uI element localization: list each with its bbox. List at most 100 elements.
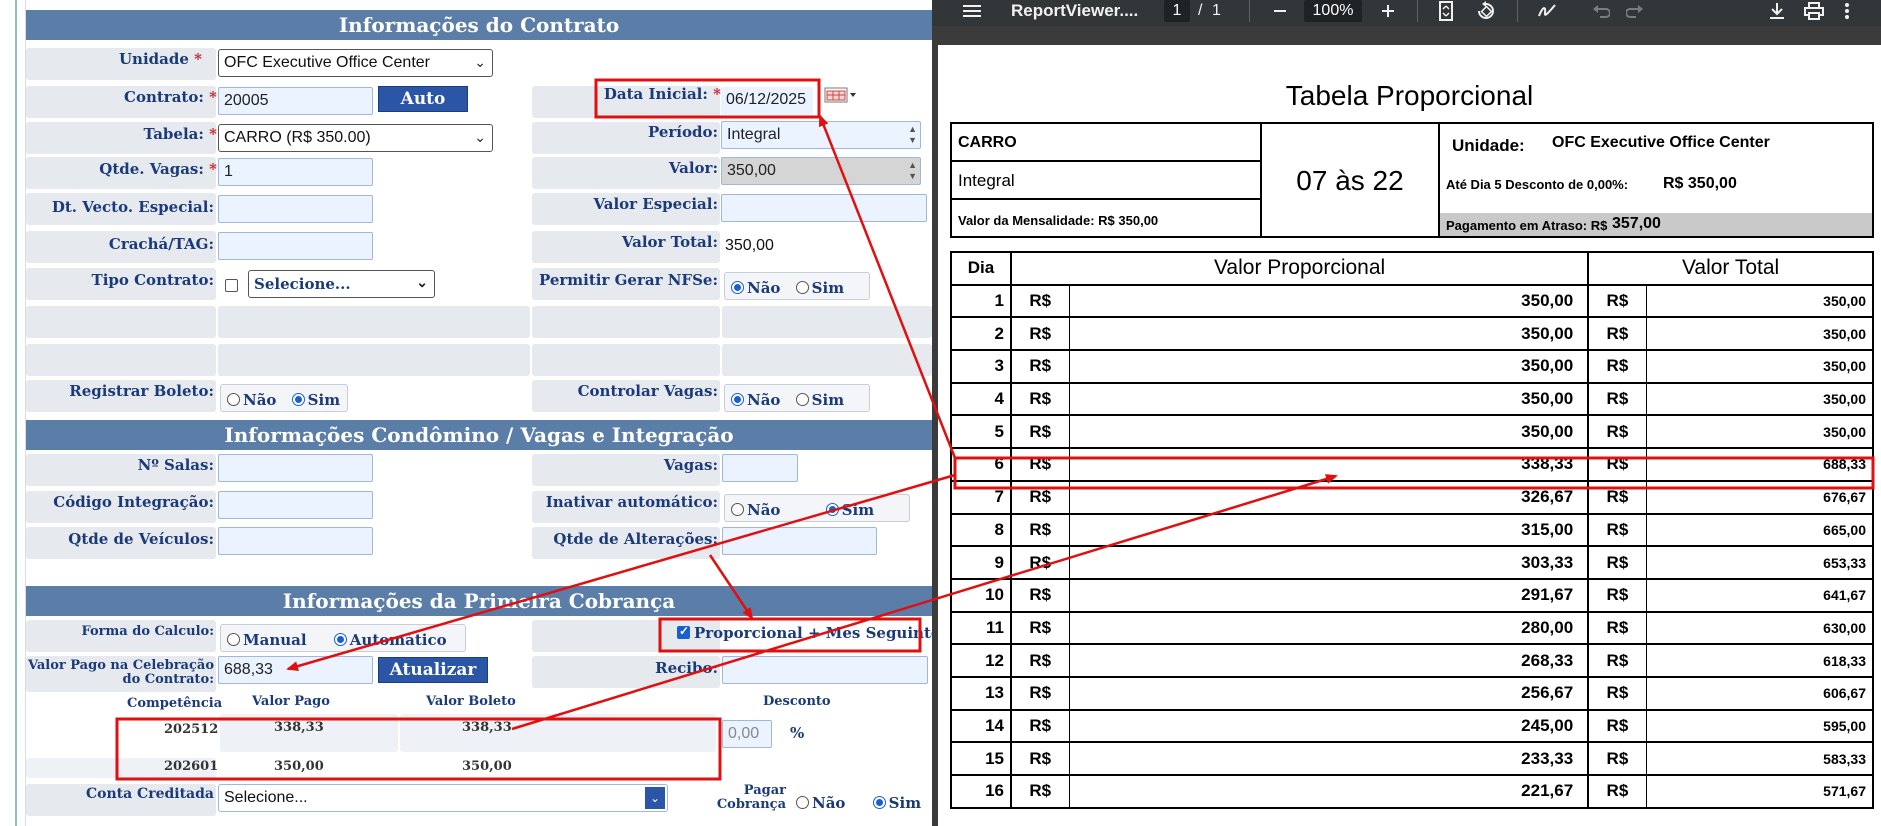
qtde-veiculos-label: Qtde de Veículos: <box>68 530 214 548</box>
header-competencia: Competência <box>127 696 223 711</box>
table-row: 16 R$ 221,67 R$ 571,67 <box>950 774 1874 809</box>
qtde-vagas-label: Qtde. Vagas: * <box>99 160 217 178</box>
data-inicial-input[interactable]: 06/12/2025 <box>721 87 813 115</box>
codigo-integracao-input[interactable] <box>218 491 373 519</box>
chevron-down-icon[interactable]: ⌄ <box>645 787 665 809</box>
option-sim[interactable]: Sim <box>291 391 340 409</box>
radio-icon[interactable] <box>227 633 240 646</box>
option-manual[interactable]: Manual <box>227 631 307 649</box>
cell-dia: 4 <box>950 381 1012 417</box>
radio-icon[interactable] <box>795 281 809 294</box>
zoom-level-input[interactable]: 100% <box>1304 0 1362 22</box>
more-icon[interactable] <box>1844 0 1850 24</box>
cell-dia: 9 <box>950 545 1012 580</box>
recibo-input[interactable] <box>722 656 928 684</box>
print-icon[interactable] <box>1804 0 1824 24</box>
qtde-vagas-input[interactable]: 1 <box>218 158 373 186</box>
cell-dia: 10 <box>950 577 1012 613</box>
cell-valor-total: 350,00 <box>1645 414 1874 450</box>
cell-valor-proporcional: 280,00 <box>1068 610 1590 646</box>
fit-page-icon[interactable] <box>1438 0 1454 24</box>
tipo-contrato-checkbox[interactable] <box>225 279 238 292</box>
zoom-in-icon[interactable] <box>1380 0 1396 24</box>
report-desconto-label: Até Dia 5 Desconto de 0,00%: <box>1446 177 1629 192</box>
valor-especial-input[interactable] <box>721 194 927 222</box>
inativar-radio-group: Não Sim <box>724 494 910 522</box>
radio-icon[interactable] <box>731 281 744 294</box>
radio-icon[interactable] <box>333 633 347 646</box>
viewer-toolbar: ReportViewer.... 1 / 1 100% <box>932 0 1881 26</box>
draw-icon[interactable] <box>1537 0 1557 24</box>
option-sim[interactable]: Sim <box>795 391 844 409</box>
pagar-cobranca-radio-group: Não Sim <box>790 788 930 816</box>
tabela-select[interactable]: CARRO (R$ 350.00) ⌄ <box>218 124 493 152</box>
vagas-input[interactable] <box>722 454 798 482</box>
row1-valor-pago: 338,33 <box>274 720 324 735</box>
radio-icon[interactable] <box>731 503 744 516</box>
report-page: Tabela Proporcional CARRO Integral Valor… <box>938 45 1881 826</box>
valor-pago-input[interactable]: 688,33 <box>218 656 373 684</box>
dt-vecto-input[interactable] <box>218 195 373 223</box>
rotate-icon[interactable] <box>1476 0 1496 24</box>
proporcional-checkbox-label[interactable]: Proporcional + Mes Seguinte <box>677 624 932 642</box>
cell-valor-total: 350,00 <box>1645 283 1874 319</box>
header-valor-boleto: Valor Boleto <box>426 694 516 709</box>
redo-icon[interactable] <box>1626 0 1644 24</box>
option-nao[interactable]: Não <box>227 391 276 409</box>
cell-currency: R$ <box>1010 283 1070 319</box>
cell-valor-proporcional: 245,00 <box>1068 708 1590 744</box>
qtde-veiculos-input[interactable] <box>218 527 373 555</box>
row2-competencia: 202601 <box>164 759 219 774</box>
option-nao[interactable]: Não <box>731 279 780 297</box>
conta-creditada-label: Conta Creditada <box>85 786 214 802</box>
cell-dia: 2 <box>950 316 1012 352</box>
desconto-input[interactable]: 0,00 <box>722 720 772 748</box>
header-desconto: Desconto <box>763 694 831 709</box>
valor-especial-label: Valor Especial: <box>593 195 718 213</box>
radio-icon[interactable] <box>731 393 744 406</box>
table-row: 8 R$ 315,00 R$ 665,00 <box>950 512 1874 548</box>
spinner-icon[interactable]: ▲ ▼ <box>908 160 917 182</box>
vagas-label: Vagas: <box>663 456 718 474</box>
valor-input[interactable]: 350,00 ▲ ▼ <box>721 157 921 185</box>
radio-icon[interactable] <box>227 393 240 406</box>
option-nao[interactable]: Não <box>796 794 845 812</box>
option-nao[interactable]: Não <box>731 501 780 519</box>
option-sim[interactable]: Sim <box>872 794 921 812</box>
radio-icon[interactable] <box>872 796 886 809</box>
download-icon[interactable] <box>1768 0 1786 24</box>
option-sim[interactable]: Sim <box>795 279 844 297</box>
option-sim[interactable]: Sim <box>825 501 874 519</box>
spinner-icon[interactable]: ▲ ▼ <box>908 124 917 146</box>
inativar-label: Inativar automático: <box>545 493 718 511</box>
radio-icon[interactable] <box>291 393 305 406</box>
periodo-label: Período: <box>647 123 718 141</box>
radio-icon[interactable] <box>825 503 839 516</box>
option-automatico[interactable]: Automático <box>333 631 447 649</box>
page-number-input[interactable]: 1 <box>1164 0 1190 22</box>
periodo-select[interactable]: Integral ▲ ▼ <box>721 121 921 149</box>
cell-currency: R$ <box>1010 741 1070 776</box>
undo-icon[interactable] <box>1592 0 1610 24</box>
calendar-icon[interactable] <box>824 86 858 104</box>
tipo-contrato-select[interactable]: Selecione... ⌄ <box>248 270 435 298</box>
unidade-label: Unidade * <box>118 50 202 68</box>
conta-creditada-select[interactable]: Selecione... ⌄ <box>218 784 668 812</box>
radio-icon[interactable] <box>796 796 809 809</box>
zoom-out-icon[interactable] <box>1272 0 1288 24</box>
unidade-select[interactable]: OFC Executive Office Center ⌄ <box>218 49 493 77</box>
menu-icon[interactable] <box>962 0 982 24</box>
atualizar-button[interactable]: Atualizar <box>378 657 488 683</box>
auto-button[interactable]: Auto <box>378 86 468 112</box>
qtde-alteracoes-input[interactable] <box>722 527 877 555</box>
row2-valor-pago: 350,00 <box>274 759 324 774</box>
option-nao[interactable]: Não <box>731 391 780 409</box>
radio-icon[interactable] <box>795 393 809 406</box>
contrato-input[interactable]: 20005 <box>218 87 373 115</box>
checkbox-icon[interactable] <box>677 624 690 639</box>
tabela-label: Tabela: * <box>143 125 217 143</box>
cell-bg <box>400 714 716 752</box>
n-salas-input[interactable] <box>218 454 373 482</box>
cracha-input[interactable] <box>218 232 373 260</box>
table-row: 14 R$ 245,00 R$ 595,00 <box>950 708 1874 744</box>
